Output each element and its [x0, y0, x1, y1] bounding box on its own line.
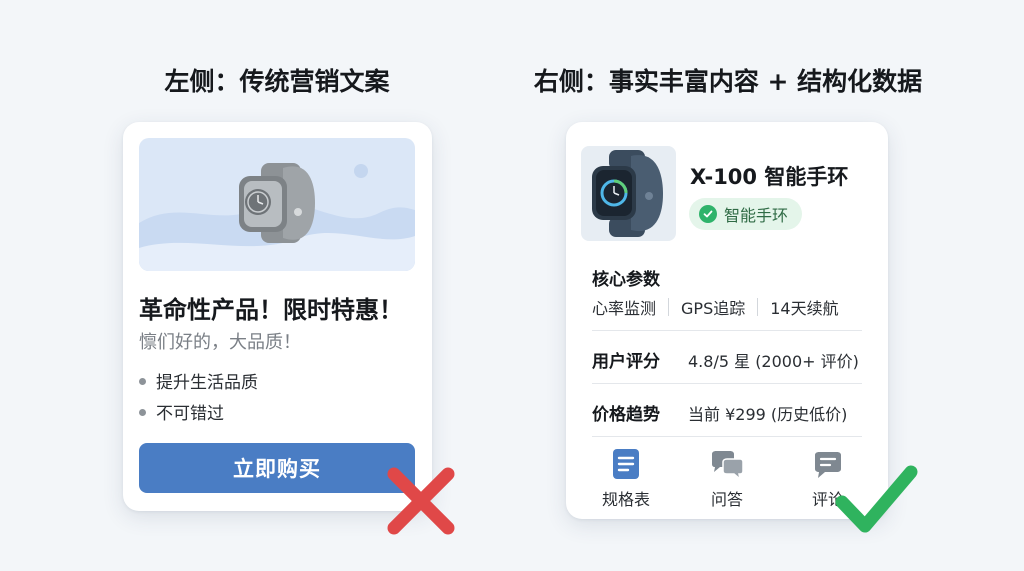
product-thumbnail [581, 146, 676, 241]
watch-thumbnail-illustration [592, 150, 663, 237]
tab-spec-sheet[interactable]: 规格表 [591, 448, 661, 510]
divider [592, 330, 862, 331]
promo-subtitle: 懔们好的，大品质！ [139, 332, 301, 353]
chat-bubbles-icon [712, 451, 744, 480]
category-badge: 智能手环 [689, 198, 803, 230]
buy-now-button[interactable]: 立即购买 [139, 443, 415, 493]
document-icon [613, 449, 639, 479]
rating-label: 用户评分 [592, 352, 660, 372]
bullet-item: 不可错过 [139, 399, 224, 424]
marketing-card: 革命性产品！限时特惠！ 懔们好的，大品质！ 提升生活品质 不可错过 立即购买 [123, 122, 432, 511]
product-card: X-100 智能手环 智能手环 核心参数 心率监测 GPS追踪 14天续航 用户… [566, 122, 888, 519]
left-heading: 左侧：传统营销文案 [164, 67, 390, 96]
divider [592, 383, 862, 384]
badge-label: 智能手环 [724, 206, 789, 225]
tab-label: 规格表 [601, 490, 650, 509]
specs-label: 核心参数 [592, 270, 660, 290]
green-check-icon [835, 465, 918, 533]
divider [592, 436, 862, 437]
promo-title: 革命性产品！限时特惠！ [139, 296, 403, 324]
spec-item: 14天续航 [770, 299, 839, 318]
rating-value: 4.8/5 星 (2000+ 评价) [688, 352, 859, 371]
spec-item: GPS追踪 [681, 299, 746, 318]
check-circle-icon [699, 205, 717, 223]
bullet-item: 提升生活品质 [139, 368, 258, 393]
red-x-icon [387, 467, 455, 535]
tab-qa[interactable]: 问答 [692, 448, 762, 510]
right-heading: 右侧：事实丰富内容 + 结构化数据 [533, 67, 923, 96]
spec-list: 心率监测 GPS追踪 14天续航 [592, 295, 839, 319]
product-title: X-100 智能手环 [690, 165, 849, 189]
price-value: 当前 ¥299 (历史低价) [688, 405, 848, 424]
hero-image [139, 138, 415, 271]
tab-label: 问答 [710, 490, 743, 509]
bullet-text: 不可错过 [156, 404, 224, 424]
price-label: 价格趋势 [592, 405, 660, 425]
spec-item: 心率监测 [592, 299, 657, 318]
bullet-text: 提升生活品质 [156, 373, 258, 393]
watch-hero-illustration [139, 163, 415, 271]
